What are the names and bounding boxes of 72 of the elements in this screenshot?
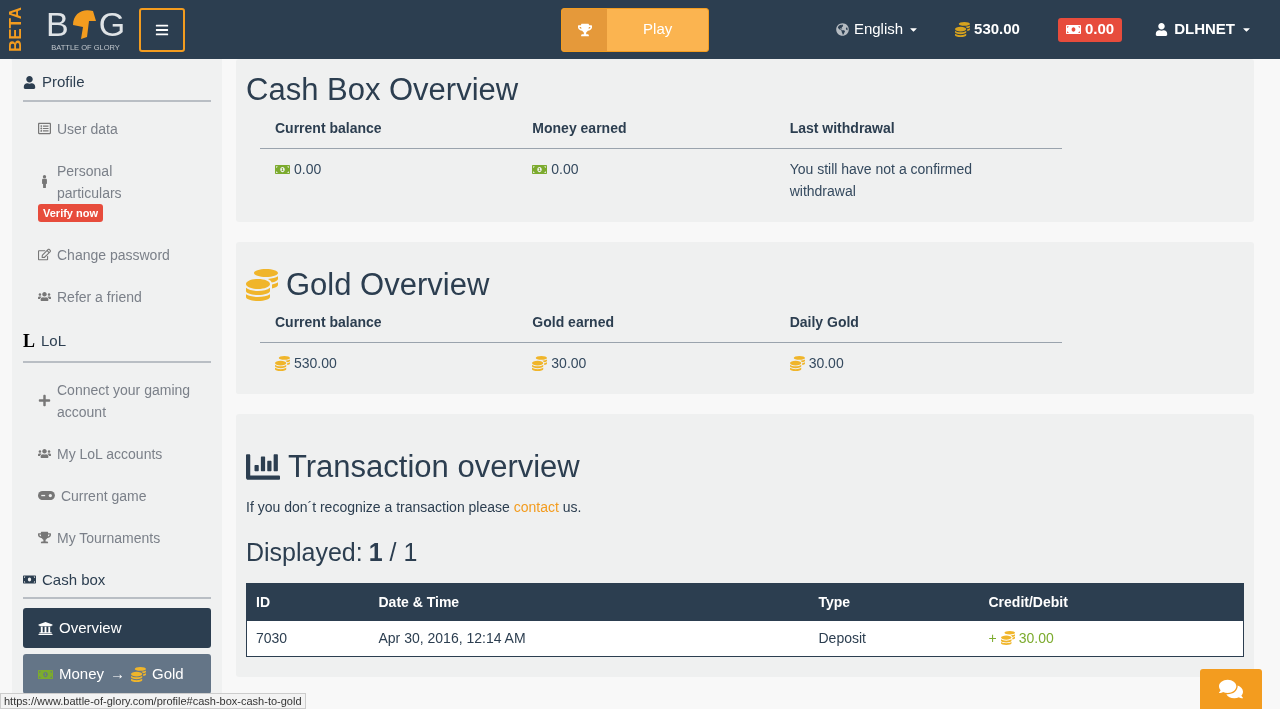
language-dropdown[interactable]: English	[835, 18, 920, 41]
coin-balance[interactable]: 530.00	[955, 18, 1020, 41]
amount-text: 30.00	[1018, 628, 1054, 648]
column-header: Credit/Debit	[979, 583, 1244, 621]
column-header: Type	[809, 583, 980, 621]
coins-icon	[532, 356, 548, 371]
user-icon	[1155, 23, 1169, 36]
table-cell: 7030	[246, 620, 370, 657]
displayed-count: 1 / 1	[368, 536, 418, 568]
sidebar-link[interactable]: Personal particulars	[57, 159, 147, 204]
sidebar-link[interactable]: User data	[57, 117, 118, 140]
banknote-icon	[1065, 22, 1081, 37]
sidebar-link[interactable]: My LoL accounts	[57, 442, 163, 465]
sidebar-link[interactable]: Current game	[60, 484, 147, 507]
contact-link[interactable]: contact	[513, 498, 559, 515]
section-title: Cash box	[42, 569, 106, 590]
coins-icon	[131, 666, 147, 682]
list-card-icon	[38, 122, 51, 135]
card-title: Cash Box Overview	[246, 71, 519, 109]
column-header: Current balance	[275, 313, 383, 332]
help-text: If you don´t recognize a transaction please contact us.	[246, 497, 583, 517]
trophy-icon	[577, 22, 592, 37]
column-header: Gold earned	[532, 313, 615, 332]
gamepad-icon	[38, 490, 55, 501]
sidebar-link[interactable]: My Tournaments	[57, 526, 161, 549]
coins-icon	[275, 356, 290, 371]
group-icon	[38, 290, 51, 303]
user-menu[interactable]: DLHNET	[1155, 18, 1252, 41]
sidebar-nav-button[interactable]: Money → Gold	[23, 654, 211, 694]
coins-icon	[789, 356, 805, 371]
column-header: Date & Time	[369, 583, 810, 621]
value-text: 0.00	[551, 159, 579, 179]
sidebar-link[interactable]: Refer a friend	[57, 285, 142, 308]
menu-button[interactable]	[139, 7, 186, 52]
verify-badge[interactable]: Verify now	[38, 203, 104, 222]
sidebar-link[interactable]: Change password	[57, 243, 170, 266]
value-text: 30.00	[551, 354, 587, 373]
sidebar-nav-button[interactable]: Overview	[23, 608, 211, 648]
value-text: 0.00	[294, 159, 322, 179]
sign-text: +	[988, 628, 997, 648]
coins-icon	[246, 268, 278, 301]
column-header: Daily Gold	[789, 313, 860, 332]
card-title: Gold Overview	[286, 265, 490, 304]
displayed-label: Displayed:	[246, 536, 363, 568]
coins-icon	[1000, 631, 1015, 646]
section-title: LoL	[41, 330, 67, 351]
cash-balance-badge[interactable]: 0.00	[1057, 17, 1123, 42]
status-url: https://www.battle-of-glory.com/profile#cash-box-cash-to-gold	[0, 693, 306, 709]
value-text: 30.00	[808, 354, 844, 373]
edit-icon	[38, 248, 51, 261]
plus-icon	[38, 394, 51, 407]
bank-icon	[38, 620, 53, 636]
letter-icon: L	[23, 327, 35, 355]
menu-icon	[155, 22, 170, 37]
column-header: Current balance	[275, 118, 383, 138]
user-icon	[23, 75, 36, 89]
value-text: 530.00	[294, 354, 337, 373]
table-cell: Deposit	[809, 620, 980, 657]
column-header: Money earned	[532, 118, 628, 138]
section-title: Profile	[42, 72, 85, 92]
table-cell: Apr 30, 2016, 12:14 AM	[369, 620, 810, 657]
chat-icon	[1219, 677, 1243, 701]
column-header: ID	[246, 583, 370, 621]
value-text: You still have not a confirmed withdrawal	[789, 159, 974, 201]
trophy-icon	[38, 531, 51, 544]
sidebar-link[interactable]: Connect your gaming account	[57, 378, 197, 423]
coins-icon	[955, 22, 971, 37]
group-icon	[38, 447, 51, 460]
column-header: Last withdrawal	[789, 118, 896, 138]
card-title: Transaction overview	[288, 448, 580, 486]
globe-icon	[835, 23, 849, 36]
beta-label: BETA	[6, 7, 26, 52]
